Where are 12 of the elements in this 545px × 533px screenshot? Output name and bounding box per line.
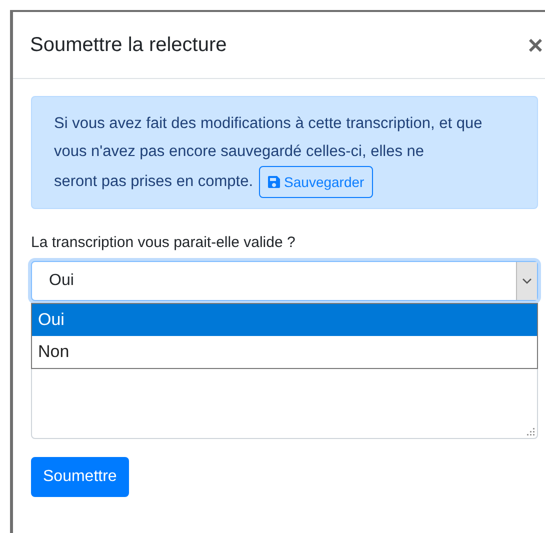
resize-grip-icon [527, 428, 535, 436]
dropdown-option[interactable]: Oui [32, 304, 537, 336]
answer-select[interactable]: Oui [31, 261, 538, 301]
warning-text: seront pas prises en compte. [54, 172, 254, 192]
submit-button[interactable]: Soumettre [31, 457, 129, 497]
select-value: Oui [49, 272, 74, 290]
save-button[interactable]: Sauvegarder [259, 166, 374, 198]
question-label: La transcription vous parait-elle valide ? [31, 233, 296, 253]
dropdown-option[interactable]: Non [32, 336, 537, 368]
close-button[interactable]: × [528, 32, 545, 58]
modal-title: Soumettre la relecture [30, 33, 227, 58]
chevron-down-icon [522, 278, 532, 284]
